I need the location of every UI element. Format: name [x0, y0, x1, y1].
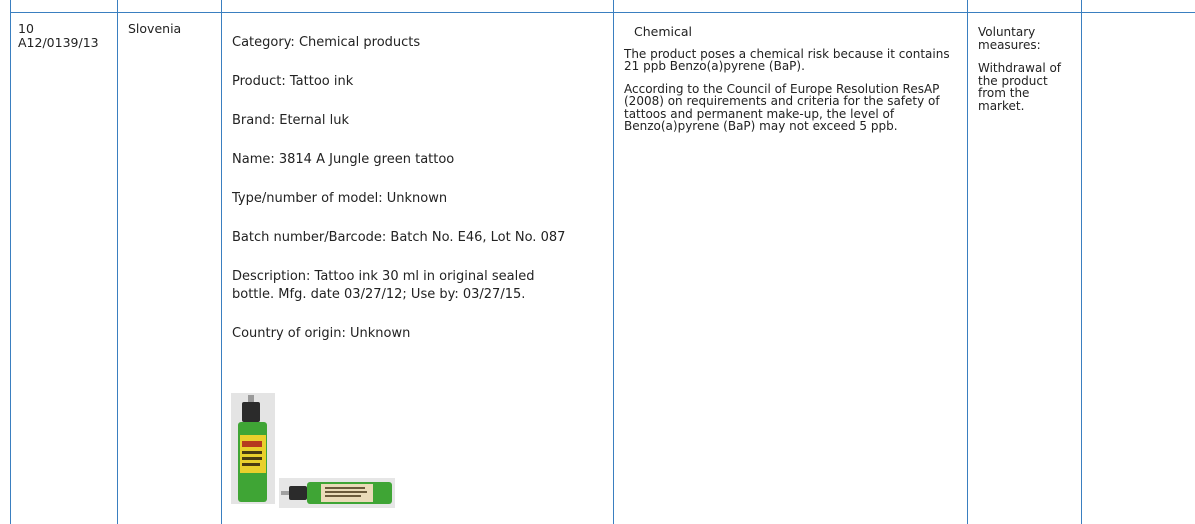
- measures-cell: Voluntary measures: Withdrawal of the pr…: [978, 26, 1076, 112]
- measures-title: Voluntary measures:: [978, 25, 1041, 52]
- risk-description: The product poses a chemical risk becaus…: [624, 46, 950, 73]
- risk-legal-basis: According to the Council of Europe Resol…: [624, 81, 940, 133]
- product-batch: Batch number/Barcode: Batch No. E46, Lot…: [232, 230, 566, 245]
- product-origin: Country of origin: Unknown: [232, 326, 411, 341]
- country-name: Slovenia: [128, 21, 182, 36]
- product-description-line-1: Description: Tattoo ink 30 ml in origina…: [232, 269, 535, 284]
- product-model: Type/number of model: Unknown: [232, 191, 448, 206]
- risk-type: Chemical: [634, 24, 692, 39]
- measures-description: Withdrawal of the product from the marke…: [978, 61, 1062, 113]
- column-divider-5: [1081, 0, 1082, 524]
- row-number: 10: [18, 21, 34, 36]
- country-cell: Slovenia: [128, 22, 181, 36]
- tattoo-ink-bottle-upright-photo: [231, 393, 275, 504]
- reference-number: A12/0139/13: [18, 35, 99, 50]
- table-border-left: [10, 0, 11, 524]
- product-brand: Brand: Eternal luk: [232, 113, 349, 128]
- row-top-border: [10, 12, 1195, 13]
- column-divider-3: [613, 0, 614, 524]
- column-divider-2: [221, 0, 222, 524]
- column-divider-1: [117, 0, 118, 524]
- column-divider-4: [967, 0, 968, 524]
- row-number-cell: 10 A12/0139/13: [18, 22, 114, 50]
- product-type: Product: Tattoo ink: [232, 74, 354, 89]
- tattoo-ink-bottle-lying-photo: [279, 478, 395, 508]
- product-name: Name: 3814 A Jungle green tattoo: [232, 152, 455, 167]
- product-category: Category: Chemical products: [232, 35, 421, 50]
- product-description-line-2: bottle. Mfg. date 03/27/12; Use by: 03/2…: [232, 287, 526, 302]
- risk-cell: Chemical The product poses a chemical ri…: [624, 24, 959, 133]
- product-cell: Category: Chemical products Product: Tat…: [232, 34, 602, 343]
